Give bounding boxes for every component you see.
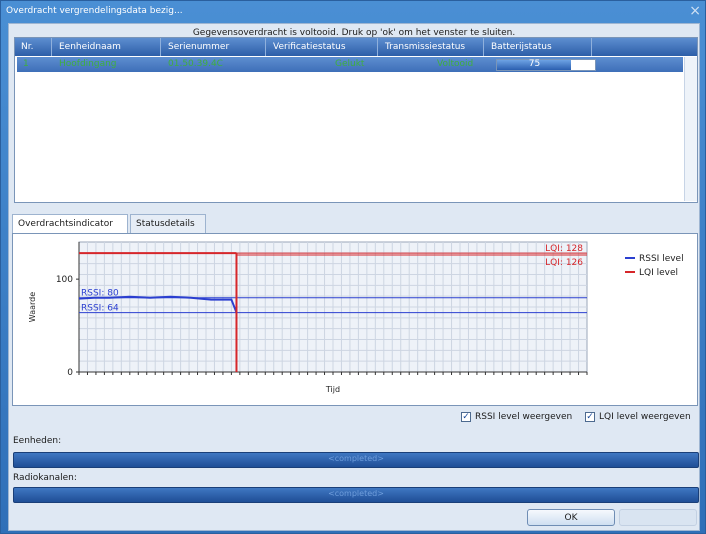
x-axis-label: Tijd bbox=[325, 385, 340, 394]
rssi-checkbox-label[interactable]: RSSI level weergeven bbox=[475, 412, 572, 422]
signal-chart: 0100WaardeTijdLQI: 128LQI: 126RSSI: 80RS… bbox=[28, 241, 684, 394]
tab-status-details[interactable]: Statusdetails bbox=[130, 214, 206, 233]
reference-label: RSSI: 64 bbox=[81, 304, 119, 314]
cell-verification: Gelukt bbox=[335, 59, 365, 69]
units-progress-bar: <completed> bbox=[13, 452, 699, 468]
ok-button[interactable]: OK bbox=[527, 509, 615, 526]
column-header-battery[interactable]: Batterijstatus bbox=[491, 42, 552, 52]
cell-transmission: Voltooid bbox=[437, 59, 474, 69]
column-header-unit-name[interactable]: Eenheidnaam bbox=[59, 42, 121, 52]
tab-transfer-indicator[interactable]: Overdrachtsindicator bbox=[12, 214, 128, 234]
cell-serial: 01.50.39.4C bbox=[168, 59, 223, 69]
close-icon[interactable]: × bbox=[689, 3, 701, 19]
column-header-transmission[interactable]: Transmissiestatus bbox=[385, 42, 465, 52]
units-table: Nr. Eenheidnaam Serienummer Verificaties… bbox=[14, 37, 698, 203]
lqi-checkbox-label[interactable]: LQI level weergeven bbox=[599, 412, 691, 422]
units-progress-text: <completed> bbox=[328, 454, 384, 463]
legend-label: RSSI level bbox=[639, 254, 684, 264]
cell-nr: 1 bbox=[23, 59, 29, 69]
transfer-dialog: Overdracht vergrendelingsdata bezig... ×… bbox=[0, 0, 706, 534]
units-label: Eenheden: bbox=[13, 436, 62, 446]
reference-label: LQI: 126 bbox=[545, 258, 583, 268]
y-axis-label: Waarde bbox=[28, 292, 37, 322]
y-tick-label: 0 bbox=[67, 368, 73, 378]
table-scrollbar[interactable] bbox=[684, 57, 697, 201]
y-tick-label: 100 bbox=[56, 275, 73, 285]
battery-bar: 75 bbox=[496, 59, 596, 71]
battery-value: 75 bbox=[528, 59, 541, 69]
lqi-checkbox[interactable]: ✓ bbox=[585, 412, 595, 422]
radio-progress-bar: <completed> bbox=[13, 487, 699, 503]
window-title: Overdracht vergrendelingsdata bezig... bbox=[6, 6, 183, 16]
radio-channels-label: Radiokanalen: bbox=[13, 473, 77, 483]
disabled-button bbox=[619, 509, 697, 526]
column-header-nr[interactable]: Nr. bbox=[21, 42, 33, 52]
legend-label: LQI level bbox=[639, 268, 678, 278]
table-row[interactable]: 1 Hoofdingang 01.50.39.4C Gelukt Voltooi… bbox=[17, 57, 683, 72]
table-header: Nr. Eenheidnaam Serienummer Verificaties… bbox=[15, 38, 697, 56]
cell-unit-name: Hoofdingang bbox=[59, 59, 117, 69]
rssi-checkbox[interactable]: ✓ bbox=[461, 412, 471, 422]
radio-progress-text: <completed> bbox=[328, 489, 384, 498]
column-header-verification[interactable]: Verificatiestatus bbox=[273, 42, 346, 52]
chart-panel: 0 100 Waarde Tijd LQI: 128 LQI: 126 RSSI: 80 RS… bbox=[12, 233, 698, 406]
reference-label: LQI: 128 bbox=[545, 244, 583, 254]
title-bar: Overdracht vergrendelingsdata bezig... × bbox=[1, 1, 705, 23]
column-header-serial[interactable]: Serienummer bbox=[168, 42, 229, 52]
